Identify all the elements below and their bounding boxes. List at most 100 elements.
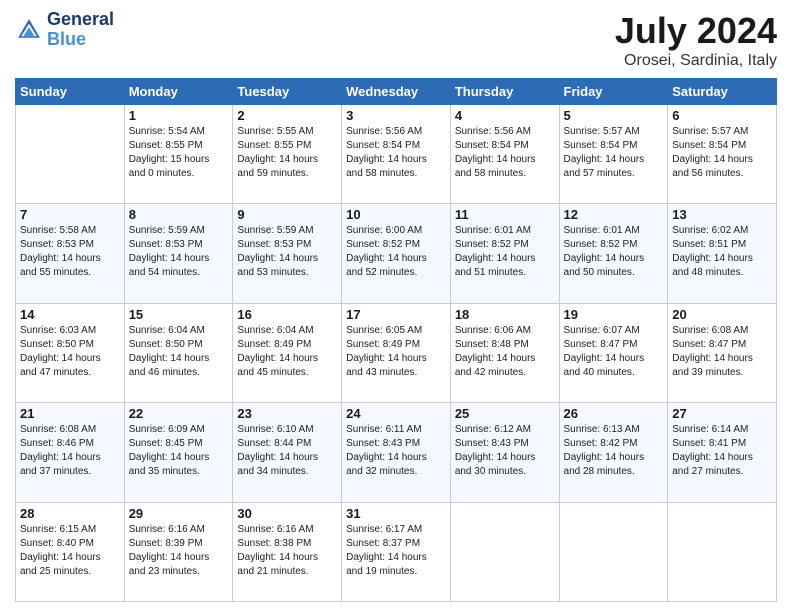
calendar-week-row: 28Sunrise: 6:15 AMSunset: 8:40 PMDayligh… — [16, 502, 777, 601]
day-number: 30 — [237, 506, 337, 521]
day-number: 23 — [237, 406, 337, 421]
day-info: Sunrise: 5:57 AMSunset: 8:54 PMDaylight:… — [672, 125, 772, 181]
calendar-week-row: 14 Sunrise: 6:03 AMSunset: 8:50 PMDayligh… — [16, 303, 777, 402]
day-info: Sunrise: 5:54 AMSunset: 8:55 PMDaylight:… — [129, 125, 229, 181]
table-row: 27 Sunrise: 6:14 AMSunset: 8:41 PMDayligh… — [668, 403, 777, 502]
table-row: 16Sunrise: 6:04 AMSunset: 8:49 PMDayligh… — [233, 303, 342, 402]
day-number: 24 — [346, 406, 446, 421]
table-row — [450, 502, 559, 601]
table-row: 7 Sunrise: 5:58 AMSunset: 8:53 PMDaylight… — [16, 204, 125, 303]
title-block: July 2024 Orosei, Sardinia, Italy — [615, 10, 777, 70]
table-row: 13 Sunrise: 6:02 AMSunset: 8:51 PMDayligh… — [668, 204, 777, 303]
table-row: 30 Sunrise: 6:16 AMSunset: 8:38 PMDayligh… — [233, 502, 342, 601]
col-sunday: Sunday — [16, 79, 125, 105]
table-row: 3 Sunrise: 5:56 AMSunset: 8:54 PMDaylight… — [342, 105, 451, 204]
day-number: 4 — [455, 108, 555, 123]
table-row: 5 Sunrise: 5:57 AMSunset: 8:54 PMDaylight… — [559, 105, 668, 204]
logo-text: General Blue — [47, 10, 114, 50]
day-number: 10 — [346, 207, 446, 222]
table-row: 20 Sunrise: 6:08 AMSunset: 8:47 PMDayligh… — [668, 303, 777, 402]
table-row: 8 Sunrise: 5:59 AMSunset: 8:53 PMDaylight… — [124, 204, 233, 303]
day-number: 31 — [346, 506, 446, 521]
day-info: Sunrise: 6:10 AMSunset: 8:44 PMDaylight:… — [237, 423, 337, 479]
day-number: 9 — [237, 207, 337, 222]
day-info: Sunrise: 6:13 AMSunset: 8:42 PMDaylight:… — [564, 423, 664, 479]
table-row: 4 Sunrise: 5:56 AMSunset: 8:54 PMDaylight… — [450, 105, 559, 204]
day-info: Sunrise: 6:01 AMSunset: 8:52 PMDaylight:… — [564, 224, 664, 280]
table-row: 17Sunrise: 6:05 AMSunset: 8:49 PMDayligh… — [342, 303, 451, 402]
table-row: 19Sunrise: 6:07 AMSunset: 8:47 PMDayligh… — [559, 303, 668, 402]
day-number: 7 — [20, 207, 120, 222]
day-info: Sunrise: 6:08 AMSunset: 8:47 PMDaylight:… — [672, 324, 772, 380]
day-number: 13 — [672, 207, 772, 222]
day-info: Sunrise: 5:58 AMSunset: 8:53 PMDaylight:… — [20, 224, 120, 280]
day-info: Sunrise: 5:56 AMSunset: 8:54 PMDaylight:… — [455, 125, 555, 181]
day-info: Sunrise: 5:57 AMSunset: 8:54 PMDaylight:… — [564, 125, 664, 181]
table-row: 21Sunrise: 6:08 AMSunset: 8:46 PMDayligh… — [16, 403, 125, 502]
logo: General Blue — [15, 10, 114, 50]
subtitle: Orosei, Sardinia, Italy — [615, 52, 777, 70]
calendar-week-row: 1 Sunrise: 5:54 AMSunset: 8:55 PMDaylight… — [16, 105, 777, 204]
day-number: 2 — [237, 108, 337, 123]
table-row: 6 Sunrise: 5:57 AMSunset: 8:54 PMDaylight… — [668, 105, 777, 204]
day-info: Sunrise: 6:03 AMSunset: 8:50 PMDaylight:… — [20, 324, 120, 380]
day-info: Sunrise: 5:56 AMSunset: 8:54 PMDaylight:… — [346, 125, 446, 181]
table-row: 28Sunrise: 6:15 AMSunset: 8:40 PMDayligh… — [16, 502, 125, 601]
calendar-table: Sunday Monday Tuesday Wednesday Thursday… — [15, 78, 777, 602]
col-wednesday: Wednesday — [342, 79, 451, 105]
day-info: Sunrise: 6:16 AMSunset: 8:38 PMDaylight:… — [237, 523, 337, 579]
col-saturday: Saturday — [668, 79, 777, 105]
page: General Blue July 2024 Orosei, Sardinia,… — [0, 0, 792, 612]
day-number: 29 — [129, 506, 229, 521]
day-info: Sunrise: 6:17 AMSunset: 8:37 PMDaylight:… — [346, 523, 446, 579]
table-row — [559, 502, 668, 601]
day-info: Sunrise: 6:14 AMSunset: 8:41 PMDaylight:… — [672, 423, 772, 479]
table-row: 14 Sunrise: 6:03 AMSunset: 8:50 PMDayligh… — [16, 303, 125, 402]
day-number: 8 — [129, 207, 229, 222]
day-number: 22 — [129, 406, 229, 421]
col-thursday: Thursday — [450, 79, 559, 105]
col-monday: Monday — [124, 79, 233, 105]
table-row: 12 Sunrise: 6:01 AMSunset: 8:52 PMDayligh… — [559, 204, 668, 303]
day-number: 11 — [455, 207, 555, 222]
day-info: Sunrise: 6:04 AMSunset: 8:49 PMDaylight:… — [237, 324, 337, 380]
day-number: 12 — [564, 207, 664, 222]
table-row — [668, 502, 777, 601]
day-info: Sunrise: 6:06 AMSunset: 8:48 PMDaylight:… — [455, 324, 555, 380]
day-info: Sunrise: 5:59 AMSunset: 8:53 PMDaylight:… — [129, 224, 229, 280]
day-info: Sunrise: 6:04 AMSunset: 8:50 PMDaylight:… — [129, 324, 229, 380]
day-info: Sunrise: 5:59 AMSunset: 8:53 PMDaylight:… — [237, 224, 337, 280]
day-info: Sunrise: 6:01 AMSunset: 8:52 PMDaylight:… — [455, 224, 555, 280]
day-number: 18 — [455, 307, 555, 322]
day-number: 14 — [20, 307, 120, 322]
day-number: 1 — [129, 108, 229, 123]
day-number: 17 — [346, 307, 446, 322]
calendar-week-row: 7 Sunrise: 5:58 AMSunset: 8:53 PMDaylight… — [16, 204, 777, 303]
table-row: 23 Sunrise: 6:10 AMSunset: 8:44 PMDayligh… — [233, 403, 342, 502]
day-number: 5 — [564, 108, 664, 123]
calendar-week-row: 21Sunrise: 6:08 AMSunset: 8:46 PMDayligh… — [16, 403, 777, 502]
day-info: Sunrise: 6:09 AMSunset: 8:45 PMDaylight:… — [129, 423, 229, 479]
table-row: 9 Sunrise: 5:59 AMSunset: 8:53 PMDaylight… — [233, 204, 342, 303]
header: General Blue July 2024 Orosei, Sardinia,… — [15, 10, 777, 70]
day-number: 6 — [672, 108, 772, 123]
day-number: 3 — [346, 108, 446, 123]
day-number: 27 — [672, 406, 772, 421]
table-row: 24Sunrise: 6:11 AMSunset: 8:43 PMDayligh… — [342, 403, 451, 502]
table-row: 29Sunrise: 6:16 AMSunset: 8:39 PMDayligh… — [124, 502, 233, 601]
day-number: 20 — [672, 307, 772, 322]
day-number: 25 — [455, 406, 555, 421]
table-row: 25 Sunrise: 6:12 AMSunset: 8:43 PMDayligh… — [450, 403, 559, 502]
day-number: 21 — [20, 406, 120, 421]
day-info: Sunrise: 6:07 AMSunset: 8:47 PMDaylight:… — [564, 324, 664, 380]
day-info: Sunrise: 6:12 AMSunset: 8:43 PMDaylight:… — [455, 423, 555, 479]
day-info: Sunrise: 6:02 AMSunset: 8:51 PMDaylight:… — [672, 224, 772, 280]
table-row: 10 Sunrise: 6:00 AMSunset: 8:52 PMDayligh… — [342, 204, 451, 303]
day-number: 28 — [20, 506, 120, 521]
col-tuesday: Tuesday — [233, 79, 342, 105]
logo-icon — [15, 16, 43, 44]
calendar-header-row: Sunday Monday Tuesday Wednesday Thursday… — [16, 79, 777, 105]
table-row: 18 Sunrise: 6:06 AMSunset: 8:48 PMDayligh… — [450, 303, 559, 402]
table-row: 15Sunrise: 6:04 AMSunset: 8:50 PMDayligh… — [124, 303, 233, 402]
day-info: Sunrise: 6:00 AMSunset: 8:52 PMDaylight:… — [346, 224, 446, 280]
